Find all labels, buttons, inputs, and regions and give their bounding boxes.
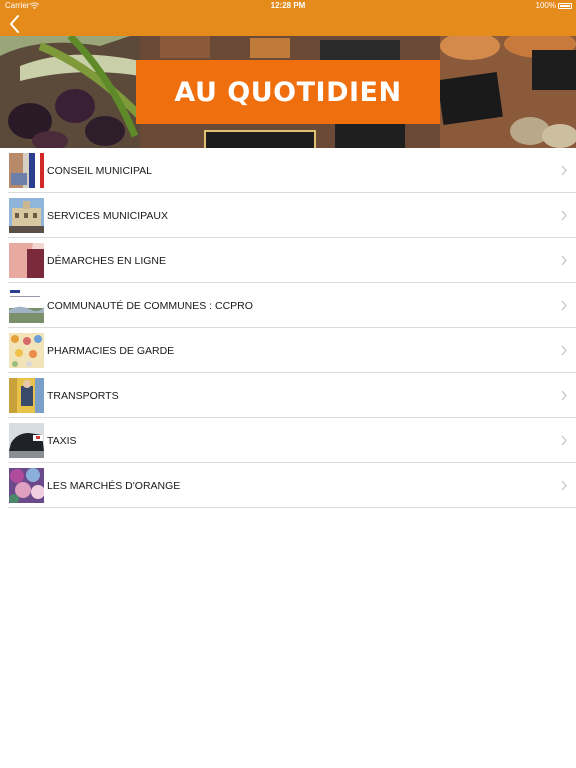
clock: 12:28 PM	[270, 1, 306, 10]
chevron-right-icon	[561, 255, 567, 266]
list-item-label: CONSEIL MUNICIPAL	[47, 165, 153, 177]
list-item-label: DÉMARCHES EN LIGNE	[47, 255, 167, 267]
list-item-label: LES MARCHÉS D'ORANGE	[47, 480, 181, 492]
status-bar: Carrier 12:28 PM 100%	[0, 0, 576, 12]
list-item-label: PHARMACIES DE GARDE	[47, 345, 175, 357]
list-item-label: TRANSPORTS	[47, 390, 119, 402]
chevron-right-icon	[561, 345, 567, 356]
thumbnail-transports	[9, 378, 44, 413]
thumbnail-services	[9, 198, 44, 233]
list-item-marches[interactable]: LES MARCHÉS D'ORANGE	[0, 463, 576, 508]
back-chevron-icon[interactable]	[8, 14, 24, 34]
thumbnail-conseil	[9, 153, 44, 188]
chevron-right-icon	[561, 435, 567, 446]
list-item-services-municipaux[interactable]: SERVICES MUNICIPAUX	[0, 193, 576, 238]
list-item-transports[interactable]: TRANSPORTS	[0, 373, 576, 418]
battery-percent: 100%	[535, 1, 556, 10]
list-item-ccpro[interactable]: COMMUNAUTÉ DE COMMUNES : CCPRO	[0, 283, 576, 328]
header-banner: AU QUOTIDIEN	[0, 36, 576, 148]
menu-list: CONSEIL MUNICIPAL SERVICES MUNICIPAUX DÉ…	[0, 148, 576, 508]
list-item-conseil-municipal[interactable]: CONSEIL MUNICIPAL	[0, 148, 576, 193]
chevron-right-icon	[561, 210, 567, 221]
thumbnail-marches	[9, 468, 44, 503]
banner-title: AU QUOTIDIEN	[136, 60, 440, 124]
navigation-bar	[0, 12, 576, 36]
list-item-pharmacies[interactable]: PHARMACIES DE GARDE	[0, 328, 576, 373]
chevron-right-icon	[561, 300, 567, 311]
list-item-demarches[interactable]: DÉMARCHES EN LIGNE	[0, 238, 576, 283]
list-item-taxis[interactable]: TAXIS	[0, 418, 576, 463]
chevron-right-icon	[561, 165, 567, 176]
thumbnail-taxis	[9, 423, 44, 458]
thumbnail-ccpro	[9, 288, 44, 323]
list-item-label: COMMUNAUTÉ DE COMMUNES : CCPRO	[47, 300, 253, 312]
list-item-label: TAXIS	[47, 435, 77, 447]
chevron-right-icon	[561, 480, 567, 491]
thumbnail-pharmacies	[9, 333, 44, 368]
thumbnail-demarches	[9, 243, 44, 278]
chevron-right-icon	[561, 390, 567, 401]
battery-icon	[558, 3, 572, 9]
list-item-label: SERVICES MUNICIPAUX	[47, 210, 168, 222]
